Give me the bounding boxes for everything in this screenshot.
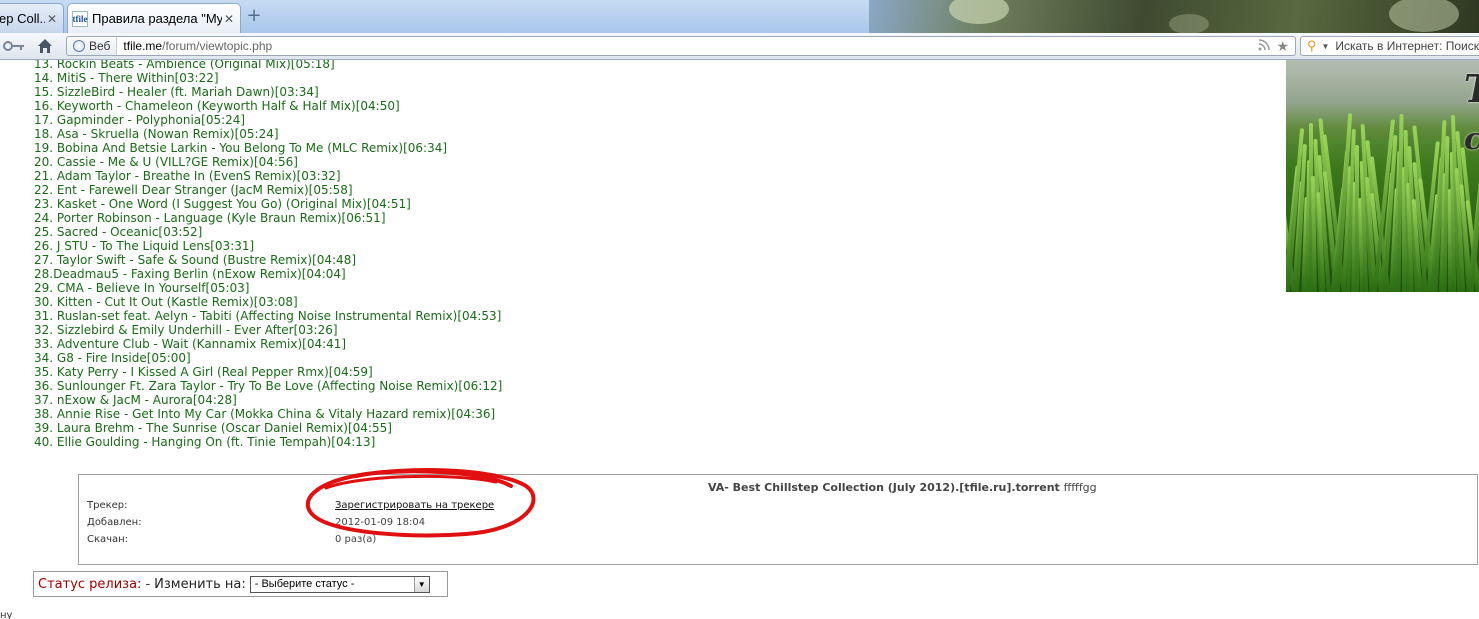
track-list-item: 13. Rockin Beats - Ambience (Original Mi… [34,60,335,71]
track-list-item: 25. Sacred - Oceanic[03:52] [34,225,203,239]
register-on-tracker-link[interactable]: Зарегистрировать на трекере [335,500,494,511]
track-list-item: 22. Ent - Farewell Dear Stranger (JacM R… [34,183,353,197]
track-list-item: 35. Katy Perry - I Kissed A Girl (Real P… [34,365,373,379]
navigation-bar: Веб tfile.me/forum/viewtopic.php ★ ⚲ ▼ И… [0,33,1479,60]
tfile-favicon-icon: tfile [72,10,88,27]
track-list-item: 18. Asa - Skruella (Nowan Remix)[05:24] [34,127,279,141]
change-status-label: Изменить на: [154,576,246,592]
torrent-filename: VA- Best Chillstep Collection (July 2012… [708,481,1060,494]
track-list-item: 17. Gapminder - Polyphonia[05:24] [34,113,246,127]
track-list-item: 16. Keyworth - Chameleon (Keyworth Half … [34,99,400,113]
footer-text-fragment: ну [0,610,13,619]
rss-icon[interactable] [1258,38,1271,54]
tab-chillstep-collection[interactable]: ep Coll... ✕ [0,3,64,33]
search-field[interactable]: ⚲ ▼ Искать в Интернет: Поиск [1300,36,1479,56]
track-list-item: 37. nExow & JacM - Aurora[04:28] [34,393,237,407]
tab-rules[interactable]: tfile Правила раздела "My... ✕ [67,3,241,33]
tracker-label: Трекер: [87,500,128,511]
track-list-item: 29. CMA - Believe In Yourself[05:03] [34,281,250,295]
status-select[interactable]: - Выберите статус - ▼ [249,575,430,593]
track-list-item: 38. Annie Rise - Get Into My Car (Mokka … [34,407,496,421]
track-list-item: 15. SizzleBird - Healer (ft. Mariah Dawn… [34,85,319,99]
torrent-title[interactable]: VA- Best Chillstep Collection (July 2012… [708,481,1097,494]
added-value: 2012-01-09 18:04 [335,517,426,528]
track-list-item: 26. J STU - To The Liquid Lens[03:31] [34,239,255,253]
page-content: 13. Rockin Beats - Ambience (Original Mi… [0,60,1479,619]
home-icon[interactable] [36,37,54,55]
track-list-item: 14. MitiS - There Within[03:22] [34,71,219,85]
track-list-item: 28.Deadmau5 - Faxing Berlin (nExow Remix… [34,267,346,281]
track-list-item: 23. Kasket - One Word (I Suggest You Go)… [34,197,411,211]
tab-strip: ep Coll... ✕ tfile Правила раздела "My..… [0,0,1479,33]
release-status-bar: Статус релиза: - Изменить на: - Выберите… [33,571,448,597]
torrent-info-box: VA- Best Chillstep Collection (July 2012… [78,474,1478,565]
grass-banner-image: Ъ c [1286,60,1479,292]
globe-icon [73,40,85,52]
added-label: Добавлен: [87,517,142,528]
track-list-item: 20. Cassie - Me & U (VILL?GE Remix)[04:5… [34,155,298,169]
address-bar[interactable]: Веб tfile.me/forum/viewtopic.php ★ [66,36,1296,56]
track-list-item: 19. Bobina And Betsie Larkin - You Belon… [34,141,448,155]
search-engine-icon[interactable]: ⚲ [1304,38,1319,54]
track-list-item: 33. Adventure Club - Wait (Kannamix Remi… [34,337,347,351]
track-list: 13. Rockin Beats - Ambience (Original Mi… [34,60,502,449]
track-list-item: 36. Sunlounger Ft. Zara Taylor - Try To … [34,379,503,393]
chevron-down-icon[interactable]: ▼ [1321,42,1329,51]
url-text[interactable]: tfile.me/forum/viewtopic.php [117,39,272,53]
chevron-down-icon[interactable]: ▼ [413,576,429,592]
release-status-label: Статус релиза: [38,576,142,592]
new-tab-plus-icon[interactable]: + [244,6,264,26]
banner-lettering-icon: Ъ [1464,66,1479,111]
track-list-item: 40. Ellie Goulding - Hanging On (ft. Tin… [34,435,376,449]
track-list-item: 24. Porter Robinson - Language (Kyle Bra… [34,211,386,225]
downloaded-value: 0 раз(а) [335,534,377,545]
address-actions: ★ [1258,38,1295,55]
downloaded-label: Скачан: [87,534,129,545]
browser-theme-art [869,0,1479,33]
track-list-item: 32. Sizzlebird & Emily Underhill - Ever … [34,323,338,337]
track-list-item: 31. Ruslan-set feat. Aelyn - Tabiti (Aff… [34,309,502,323]
close-icon[interactable]: ✕ [45,12,59,26]
star-icon[interactable]: ★ [1276,38,1289,55]
web-label: Веб [89,39,111,53]
status-select-value: - Выберите статус - [254,578,355,590]
status-separator: - [145,576,151,592]
url-path: /forum/viewtopic.php [162,39,273,53]
track-list-item: 27. Taylor Swift - Safe & Sound (Bustre … [34,253,357,267]
tab-label: Правила раздела "My... [92,11,222,26]
url-host: tfile.me [123,39,163,53]
torrent-title-suffix: fffffgg [1063,481,1097,494]
track-list-item: 34. G8 - Fire Inside[05:00] [34,351,191,365]
web-identity-chip[interactable]: Веб [67,37,118,55]
key-icon[interactable] [2,38,26,54]
search-placeholder: Искать в Интернет: Поиск [1335,39,1479,53]
track-list-item: 30. Kitten - Cut It Out (Kastle Remix)[0… [34,295,298,309]
track-list-item: 39. Laura Brehm - The Sunrise (Oscar Dan… [34,421,392,435]
track-list-item: 21. Adam Taylor - Breathe In (EvenS Remi… [34,169,341,183]
close-icon[interactable]: ✕ [222,12,236,26]
banner-lettering-icon: c [1464,122,1479,157]
tab-label: ep Coll... [0,11,45,26]
